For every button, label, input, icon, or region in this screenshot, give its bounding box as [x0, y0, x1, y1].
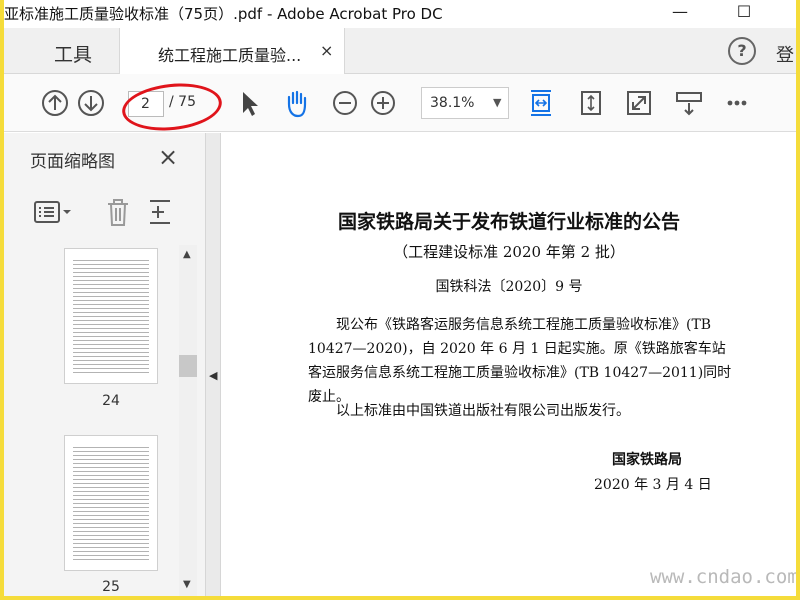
announcement-body: 现公布《铁路客运服务信息系统工程施工质量验收标准》(TB 10427—2020)…	[308, 317, 732, 405]
tab-document[interactable]: 统工程施工质量验... ×	[119, 28, 345, 75]
issue-date: 2020 年 3 月 4 日	[594, 477, 712, 493]
scroll-down-icon[interactable]: ▼	[183, 579, 191, 590]
thumbnail-panel: 页面缩略图 × 24 25 ▲ ▼	[4, 133, 205, 596]
panel-title: 页面缩略图	[30, 152, 115, 172]
collapse-panel-icon[interactable]: ◀	[209, 369, 217, 382]
insert-page-icon[interactable]	[146, 197, 178, 227]
thumbnail-options-icon[interactable]	[34, 199, 74, 225]
close-tab-icon[interactable]: ×	[320, 41, 333, 60]
page-thumbnail[interactable]	[64, 248, 158, 384]
watermark: www.cndao.com	[650, 566, 796, 588]
page-up-icon[interactable]	[40, 88, 70, 118]
select-cursor-icon[interactable]	[234, 88, 264, 118]
tab-bar: 工具 统工程施工质量验... × ? 登	[4, 28, 796, 75]
scroll-up-icon[interactable]: ▲	[183, 249, 191, 260]
minimize-button[interactable]: —	[660, 2, 700, 24]
issuer: 国家铁路局	[612, 452, 682, 468]
document-tab-label: 统工程施工质量验...	[158, 46, 302, 65]
thumbnail-text-lines	[73, 444, 149, 562]
help-icon[interactable]: ?	[728, 37, 756, 65]
window-title: 亚标准施工质量验收标准（75页）.pdf - Adobe Acrobat Pro…	[4, 5, 443, 23]
thumbnail-label: 25	[102, 579, 120, 595]
acrobat-window: 亚标准施工质量验收标准（75页）.pdf - Adobe Acrobat Pro…	[4, 0, 796, 596]
announcement-publisher-note: 以上标准由中国铁道出版社有限公司出版发行。	[336, 403, 630, 419]
scroll-mode-icon[interactable]	[576, 88, 606, 118]
delete-page-icon[interactable]	[104, 197, 132, 227]
toolbar: 2 / 75 38.1% ▼	[4, 74, 796, 136]
panel-splitter[interactable]: ◀	[205, 133, 221, 596]
chevron-down-icon: ▼	[493, 96, 502, 109]
thumbnail-label: 24	[102, 393, 120, 409]
document-number: 国铁科法〔2020〕9 号	[435, 279, 583, 295]
login-link[interactable]: 登	[776, 41, 794, 67]
announcement-subtitle: （工程建设标准 2020 年第 2 批）	[393, 243, 625, 261]
zoom-in-icon[interactable]	[368, 88, 398, 118]
zoom-dropdown[interactable]: 38.1% ▼	[421, 87, 509, 119]
announcement-title: 国家铁路局关于发布铁道行业标准的公告	[337, 211, 680, 233]
page-thumbnail[interactable]	[64, 435, 158, 571]
more-icon[interactable]	[722, 88, 752, 118]
fullscreen-icon[interactable]	[624, 88, 654, 118]
read-mode-icon[interactable]	[674, 88, 704, 118]
close-panel-icon[interactable]: ×	[158, 143, 178, 171]
tab-tools[interactable]: 工具	[54, 40, 92, 67]
fit-page-icon[interactable]	[526, 88, 556, 118]
page-down-icon[interactable]	[76, 88, 106, 118]
thumbnail-scrollbar[interactable]: ▲ ▼	[179, 245, 197, 596]
scrollbar-thumb[interactable]	[179, 355, 197, 377]
thumbnail-text-lines	[73, 257, 149, 375]
title-bar: 亚标准施工质量验收标准（75页）.pdf - Adobe Acrobat Pro…	[4, 0, 796, 28]
maximize-button[interactable]: ☐	[724, 2, 764, 24]
zoom-value: 38.1%	[430, 95, 475, 111]
zoom-out-icon[interactable]	[330, 88, 360, 118]
highlight-annotation	[119, 78, 225, 136]
thumbnail-toolbar	[4, 193, 205, 233]
hand-tool-icon[interactable]	[281, 88, 311, 118]
document-page: 国家铁路局关于发布铁道行业标准的公告 （工程建设标准 2020 年第 2 批） …	[222, 133, 796, 596]
